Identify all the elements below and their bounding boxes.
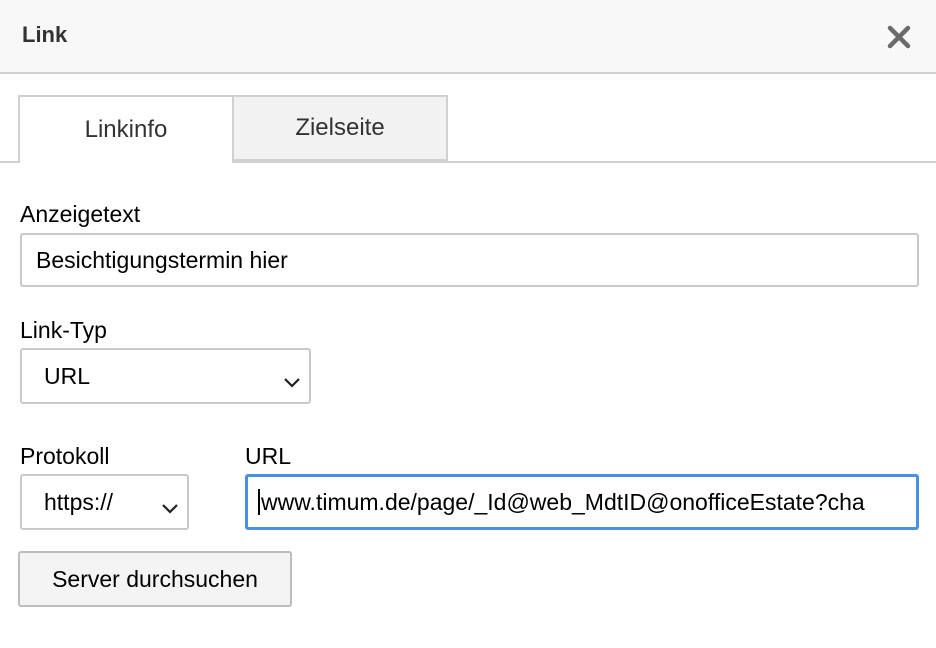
tab-linkinfo-label: Linkinfo	[84, 116, 168, 143]
link-type-select[interactable]: URL	[20, 348, 311, 404]
chevron-down-icon	[283, 368, 301, 388]
link-dialog: Link Linkinfo Zielseite Anzeigetext Besi…	[0, 0, 936, 648]
url-value: www.timum.de/page/_Id@web_MdtID@onoffice…	[261, 488, 865, 515]
dialog-title: Link	[22, 22, 68, 47]
link-type-label: Link-Typ	[20, 317, 107, 343]
url-label: URL	[245, 443, 292, 469]
protocol-label: Protokoll	[20, 443, 110, 469]
display-text-value: Besichtigungstermin hier	[36, 246, 288, 273]
display-text-label: Anzeigetext	[20, 201, 141, 227]
tab-zielseite-label: Zielseite	[295, 114, 385, 141]
tab-zielseite[interactable]: Zielseite	[232, 95, 448, 161]
tab-linkinfo[interactable]: Linkinfo	[18, 95, 234, 163]
chevron-down-icon	[161, 494, 179, 514]
link-type-value: URL	[44, 362, 91, 389]
display-text-input[interactable]: Besichtigungstermin hier	[20, 233, 919, 287]
dialog-titlebar: Link	[0, 0, 936, 74]
url-input[interactable]: www.timum.de/page/_Id@web_MdtID@onoffice…	[245, 474, 919, 530]
browse-server-label: Server durchsuchen	[52, 565, 258, 592]
protocol-select[interactable]: https://	[20, 474, 189, 530]
text-cursor	[258, 489, 260, 515]
browse-server-button[interactable]: Server durchsuchen	[18, 551, 292, 607]
close-icon[interactable]	[886, 24, 912, 50]
protocol-value: https://	[44, 488, 114, 515]
